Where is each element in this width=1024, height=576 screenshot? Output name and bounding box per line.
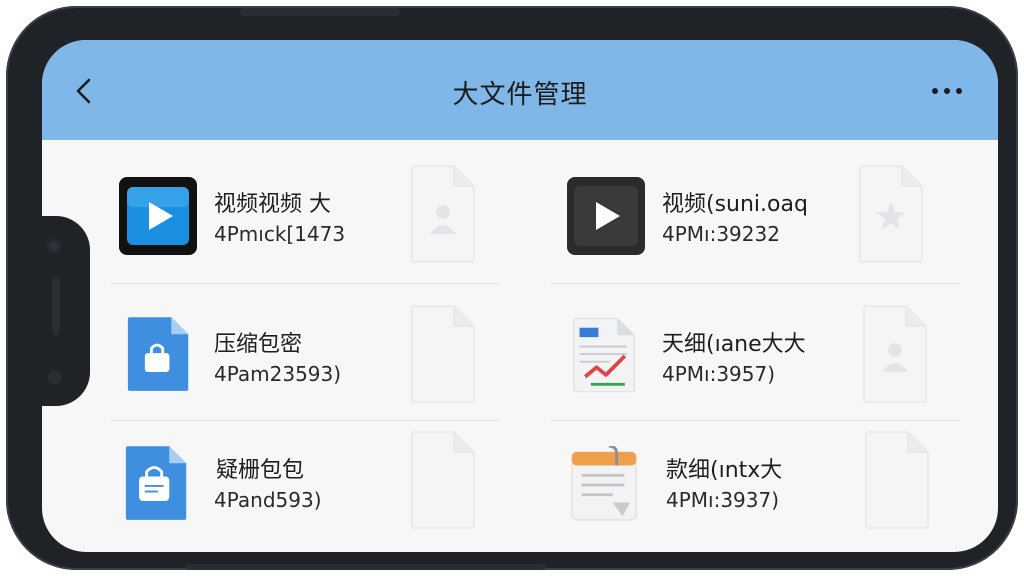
archive-icon: [125, 446, 187, 520]
video-icon: [119, 177, 197, 255]
side-button: [186, 564, 546, 570]
document-icon: [411, 431, 475, 529]
file-name: 款细(ıntx大: [666, 458, 783, 483]
document-icon: [411, 305, 475, 403]
file-item[interactable]: 压缩包密 4Pam23593): [126, 305, 546, 446]
divider: [110, 420, 500, 421]
sensor-icon: [48, 370, 62, 384]
phone-frame: 大文件管理 视频视频 大 4Pmıck[1473 视频(suni.oaq 4PM…: [6, 6, 1018, 570]
file-item[interactable]: 视频视频 大 4Pmıck[1473: [118, 165, 538, 306]
file-item[interactable]: 款细(ıntx大 4PMı:3937): [570, 431, 990, 552]
spreadsheet-icon: [573, 317, 635, 393]
file-meta: 4Pand593): [214, 488, 322, 512]
page-title: 大文件管理: [452, 80, 588, 110]
file-meta: 4Pmıck[1473: [214, 222, 346, 246]
document-icon: [863, 305, 927, 403]
file-item[interactable]: 视频(suni.oaq 4PMı:39232: [566, 165, 986, 306]
speaker-grille: [52, 278, 60, 336]
app-header: 大文件管理: [42, 40, 998, 140]
file-meta: 4PMı:3937): [666, 488, 780, 512]
file-name: 视频视频 大: [214, 192, 331, 217]
divider: [550, 420, 960, 421]
file-item[interactable]: 疑栅包包 4Pand593): [124, 431, 544, 552]
document-icon: [411, 165, 475, 263]
file-name: 视频(suni.oaq: [662, 192, 808, 217]
file-meta: 4PMı:3957): [662, 362, 776, 386]
archive-icon: [127, 317, 189, 391]
file-name: 天细(ıane大大: [662, 332, 806, 357]
video-icon: [567, 177, 645, 255]
divider: [110, 283, 500, 284]
file-meta: 4Pam23593): [214, 362, 342, 386]
divider: [550, 283, 960, 284]
file-meta: 4PMı:39232: [662, 222, 780, 246]
file-item[interactable]: 天细(ıane大大 4PMı:3957): [572, 305, 992, 446]
notes-icon: [571, 446, 637, 521]
document-icon: [859, 165, 923, 263]
document-icon: [865, 431, 929, 529]
file-name: 压缩包密: [214, 332, 303, 357]
volume-button: [240, 8, 400, 16]
more-icon[interactable]: [932, 88, 962, 94]
screen: 大文件管理 视频视频 大 4Pmıck[1473 视频(suni.oaq 4PM…: [42, 40, 998, 552]
file-name: 疑栅包包: [216, 458, 305, 483]
camera-icon: [46, 238, 62, 254]
